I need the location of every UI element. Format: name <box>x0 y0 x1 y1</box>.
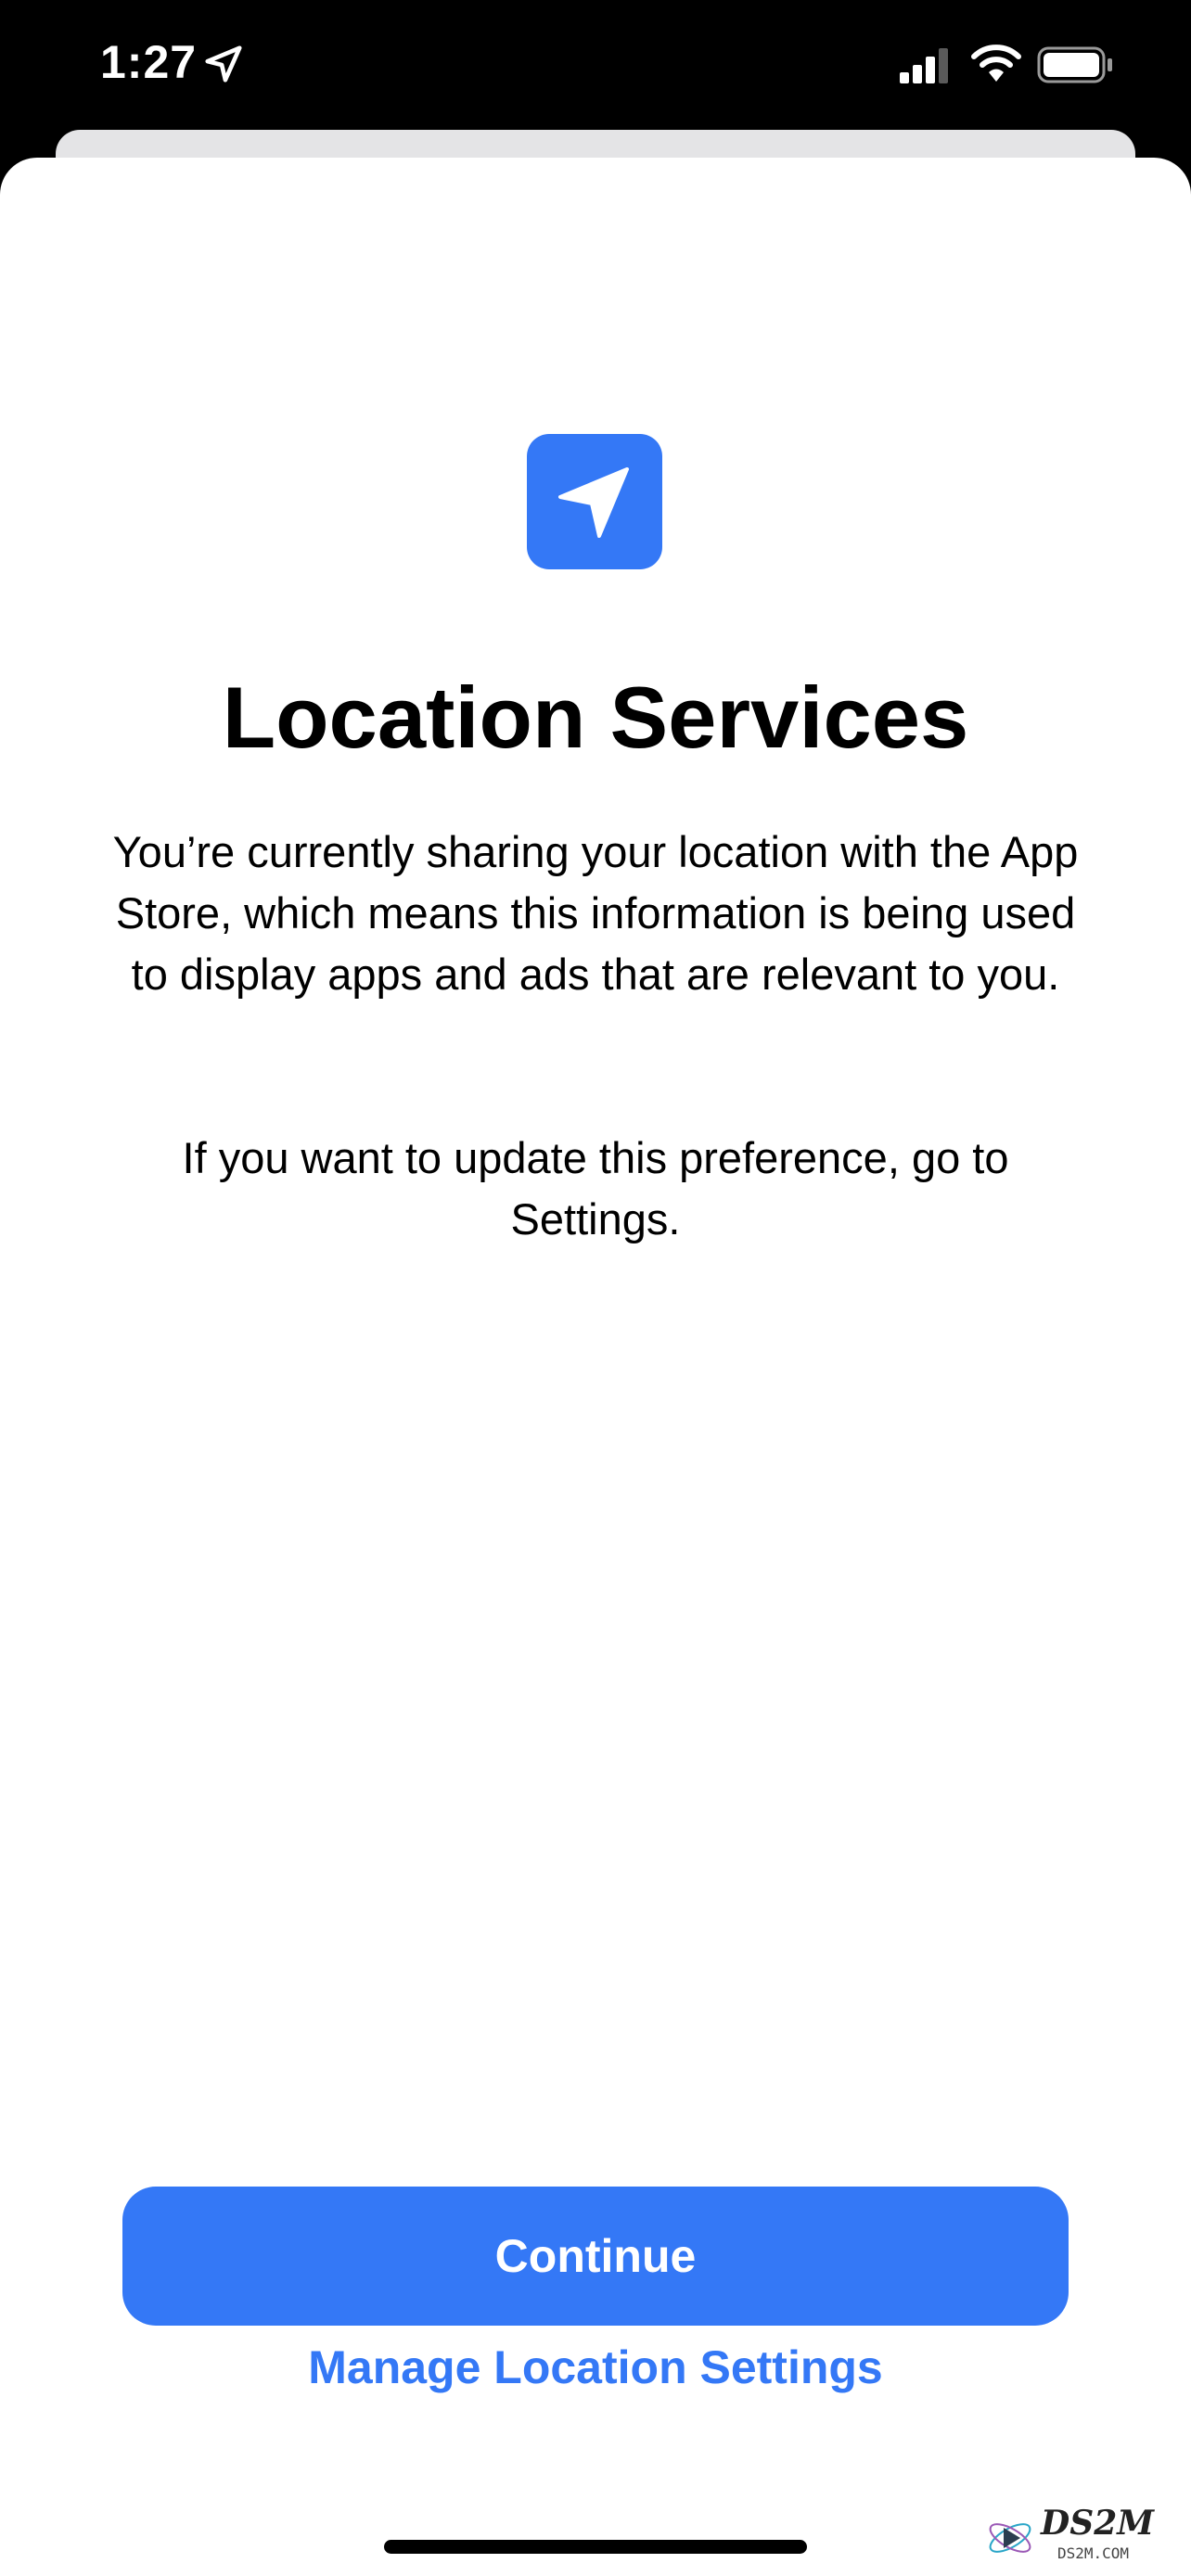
status-time: 1:27 <box>100 36 198 88</box>
wifi-icon <box>971 45 1021 82</box>
continue-button[interactable]: Continue <box>122 2187 1069 2326</box>
watermark-url: DS2M.COM <box>1057 2544 1130 2562</box>
status-bar: 1:27 <box>0 0 1191 130</box>
cellular-signal-icon <box>900 48 948 83</box>
watermark-logo-icon <box>989 2523 1031 2553</box>
watermark: DS2M DS2M.COM <box>983 2504 1178 2569</box>
home-indicator[interactable] <box>384 2540 807 2554</box>
watermark-brand: DS2M <box>1041 2504 1155 2543</box>
location-arrow-icon <box>558 467 629 538</box>
settings-hint-paragraph: If you want to update this preference, g… <box>182 1133 1009 1243</box>
location-arrow-icon <box>205 45 242 83</box>
location-services-icon <box>527 434 662 569</box>
description-paragraph: You’re currently sharing your location w… <box>112 827 1079 999</box>
page-title: Location Services <box>222 669 969 766</box>
location-services-sheet: Location Services You’re currently shari… <box>0 158 1191 2576</box>
battery-icon <box>1037 46 1112 83</box>
manage-location-settings-link[interactable]: Manage Location Settings <box>0 2340 1191 2394</box>
